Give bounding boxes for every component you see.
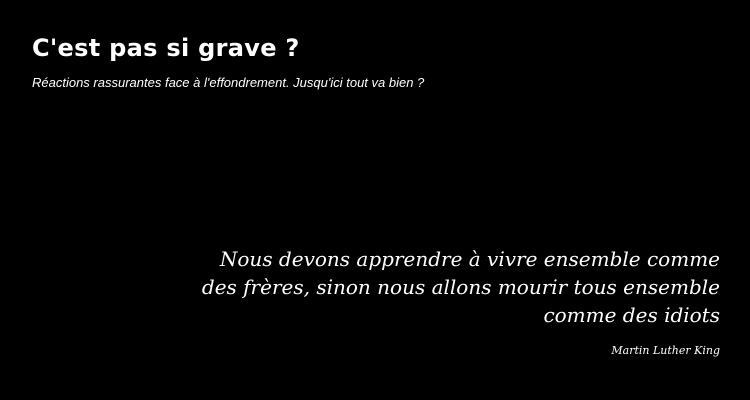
site-header: C'est pas si grave ? Réactions rassurant… [32,28,718,92]
quote-text: Nous devons apprendre à vivre ensemble c… [201,247,720,327]
site-tagline: Réactions rassurantes face à l'effondrem… [32,75,425,90]
quote-block: Nous devons apprendre à vivre ensemble c… [180,245,720,359]
quote-author: Martin Luther King [611,344,720,357]
site-title[interactable]: C'est pas si grave ? [32,28,718,68]
